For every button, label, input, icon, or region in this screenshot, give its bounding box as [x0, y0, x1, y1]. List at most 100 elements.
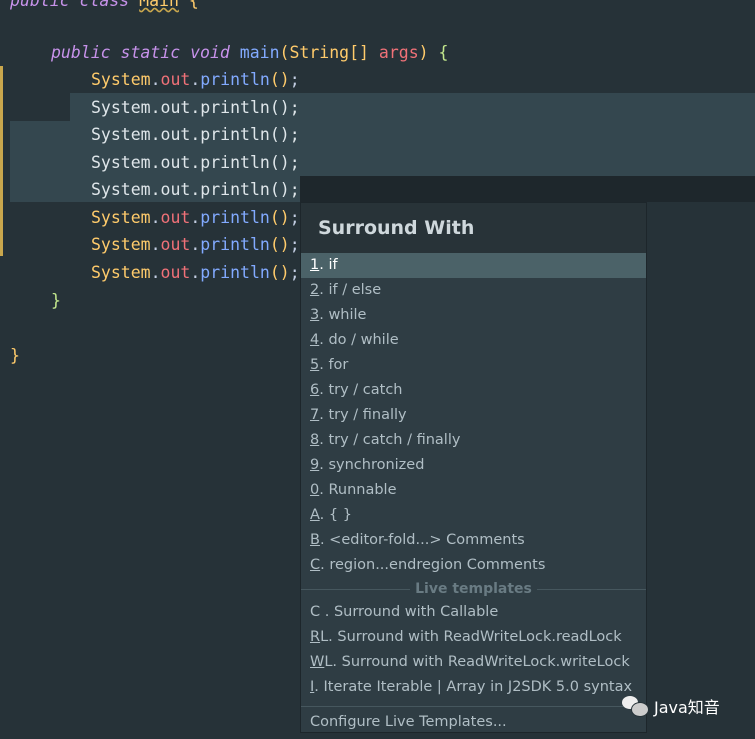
- keyword: public: [51, 43, 111, 62]
- code-line-println: System.out.println();: [91, 204, 300, 231]
- token-fld: out: [160, 207, 191, 227]
- param: args: [378, 43, 419, 62]
- code-line-close-class: }: [10, 342, 20, 369]
- divider: [301, 706, 646, 707]
- option-label: C . Surround with Callable: [310, 604, 499, 620]
- mnemonic-key: 8: [310, 432, 320, 448]
- surround-option[interactable]: 1. if: [301, 253, 646, 278]
- option-label: . Runnable: [319, 482, 397, 498]
- option-label: . <editor-fold...> Comments: [319, 532, 525, 548]
- surround-option[interactable]: 5. for: [301, 353, 646, 378]
- keyword: void: [190, 43, 230, 62]
- surround-option[interactable]: 7. try / finally: [301, 403, 646, 428]
- brace: {: [188, 0, 199, 10]
- change-marker: [0, 66, 3, 256]
- token-fld: out: [160, 235, 191, 254]
- token-dot2: .: [190, 125, 201, 144]
- option-label: . try / catch / finally: [319, 432, 461, 448]
- token-semi: ;: [289, 207, 300, 227]
- token-paren: (): [269, 235, 290, 254]
- code-line-println: System.out.println();: [91, 176, 300, 203]
- option-label: . if / else: [319, 282, 382, 298]
- surround-option[interactable]: 3. while: [301, 303, 646, 328]
- code-line-class: public class Main {: [10, 0, 199, 14]
- token-dot1: .: [150, 70, 161, 89]
- token-fld: out: [160, 152, 191, 172]
- token-cls: System: [91, 70, 151, 89]
- token-cls: System: [91, 235, 151, 254]
- surround-option[interactable]: I. Iterate Iterable | Array in J2SDK 5.0…: [301, 675, 646, 700]
- option-label: L. Surround with ReadWriteLock.writeLock: [324, 654, 630, 670]
- token-cls: System: [91, 152, 151, 172]
- code-line-println: System.out.println();: [91, 231, 300, 258]
- token-semi: ;: [289, 262, 300, 282]
- surround-option[interactable]: 4. do / while: [301, 328, 646, 353]
- brace: }: [10, 346, 20, 365]
- popup-title: Surround With: [301, 203, 646, 253]
- code-line-println: System.out.println();: [91, 66, 300, 93]
- token-paren: (): [269, 262, 290, 282]
- token-fn: println: [200, 235, 270, 254]
- surround-option[interactable]: 2. if / else: [301, 278, 646, 303]
- method-name: main: [239, 43, 280, 62]
- token-fn: println: [200, 70, 270, 89]
- surround-option[interactable]: C. region...endregion Comments: [301, 553, 646, 578]
- token-fn: println: [200, 207, 270, 227]
- code-line-println: System.out.println();: [91, 149, 300, 176]
- token-semi: ;: [289, 97, 300, 117]
- token-dot2: .: [190, 207, 201, 227]
- token-fld: out: [160, 97, 191, 117]
- token-dot2: .: [190, 152, 201, 172]
- current-line: [300, 176, 755, 202]
- option-label: . region...endregion Comments: [320, 557, 546, 573]
- class-name: Main: [139, 0, 179, 10]
- configure-live-templates[interactable]: Configure Live Templates...: [301, 710, 646, 735]
- surround-option[interactable]: 9. synchronized: [301, 453, 646, 478]
- surround-option[interactable]: 8. try / catch / finally: [301, 428, 646, 453]
- token-dot1: .: [150, 207, 161, 227]
- live-templates-separator: Live templates: [301, 578, 646, 600]
- surround-option[interactable]: B. <editor-fold...> Comments: [301, 528, 646, 553]
- mnemonic-key: C: [310, 557, 321, 573]
- section-label: Live templates: [410, 581, 537, 597]
- mnemonic-key: W: [310, 654, 325, 670]
- token-semi: ;: [289, 125, 300, 144]
- mnemonic-key: 1: [310, 257, 320, 273]
- token-dot1: .: [150, 180, 161, 199]
- surround-option[interactable]: 6. try / catch: [301, 378, 646, 403]
- token-cls: System: [91, 97, 151, 117]
- keyword: static: [120, 43, 181, 62]
- code-line-println: System.out.println();: [91, 94, 300, 121]
- surround-option[interactable]: RL. Surround with ReadWriteLock.readLock: [301, 625, 646, 650]
- code-line-main: public static void main(String[] args) {: [51, 39, 448, 66]
- paren: ): [418, 43, 429, 62]
- surround-with-popup: Surround With 1. if 2. if / else 3. while 4…: [300, 202, 647, 733]
- token-semi: ;: [289, 180, 300, 199]
- surround-option[interactable]: C . Surround with Callable: [301, 600, 646, 625]
- option-label: . synchronized: [319, 457, 425, 473]
- watermark: Java知音: [622, 694, 720, 718]
- option-label: . try / finally: [319, 407, 407, 423]
- token-paren: (): [269, 97, 290, 117]
- brace: }: [51, 291, 61, 310]
- brace: {: [438, 43, 449, 62]
- mnemonic-key: B: [310, 532, 320, 548]
- token-semi: ;: [289, 70, 300, 89]
- token-dot1: .: [150, 97, 161, 117]
- token-dot2: .: [190, 180, 201, 199]
- surround-option[interactable]: WL. Surround with ReadWriteLock.writeLoc…: [301, 650, 646, 675]
- token-dot2: .: [190, 97, 201, 117]
- token-paren: (): [269, 180, 290, 199]
- mnemonic-key: 4: [310, 332, 320, 348]
- wechat-icon: [622, 696, 649, 717]
- mnemonic-key: 3: [310, 307, 320, 323]
- surround-option[interactable]: 0. Runnable: [301, 478, 646, 503]
- mnemonic-key: 6: [310, 382, 320, 398]
- keyword: public: [10, 0, 70, 10]
- surround-option[interactable]: A. { }: [301, 503, 646, 528]
- mnemonic-key: 5: [310, 357, 320, 373]
- token-fn: println: [200, 262, 270, 282]
- option-label: . while: [319, 307, 367, 323]
- option-label: . if: [319, 257, 338, 273]
- token-fn: println: [200, 125, 270, 144]
